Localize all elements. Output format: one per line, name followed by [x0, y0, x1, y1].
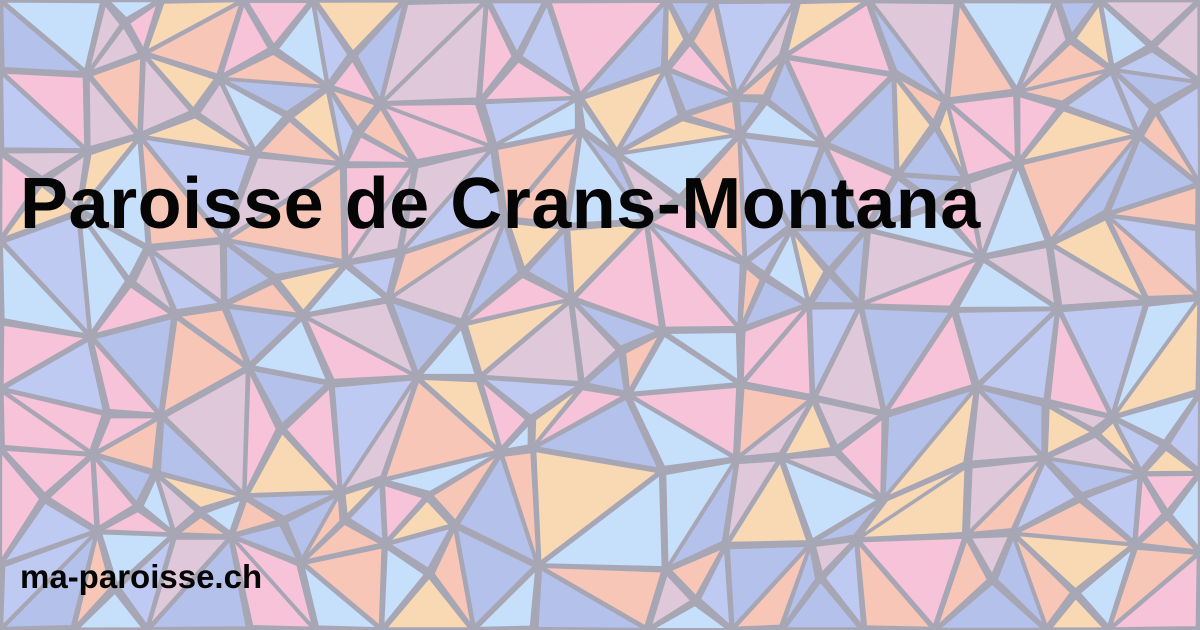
- page-title: Paroisse de Crans-Montana: [20, 164, 981, 244]
- social-share-card: Paroisse de Crans-Montana ma-paroisse.ch: [0, 0, 1200, 630]
- background-veil: [0, 0, 1200, 630]
- site-domain: ma-paroisse.ch: [20, 558, 263, 595]
